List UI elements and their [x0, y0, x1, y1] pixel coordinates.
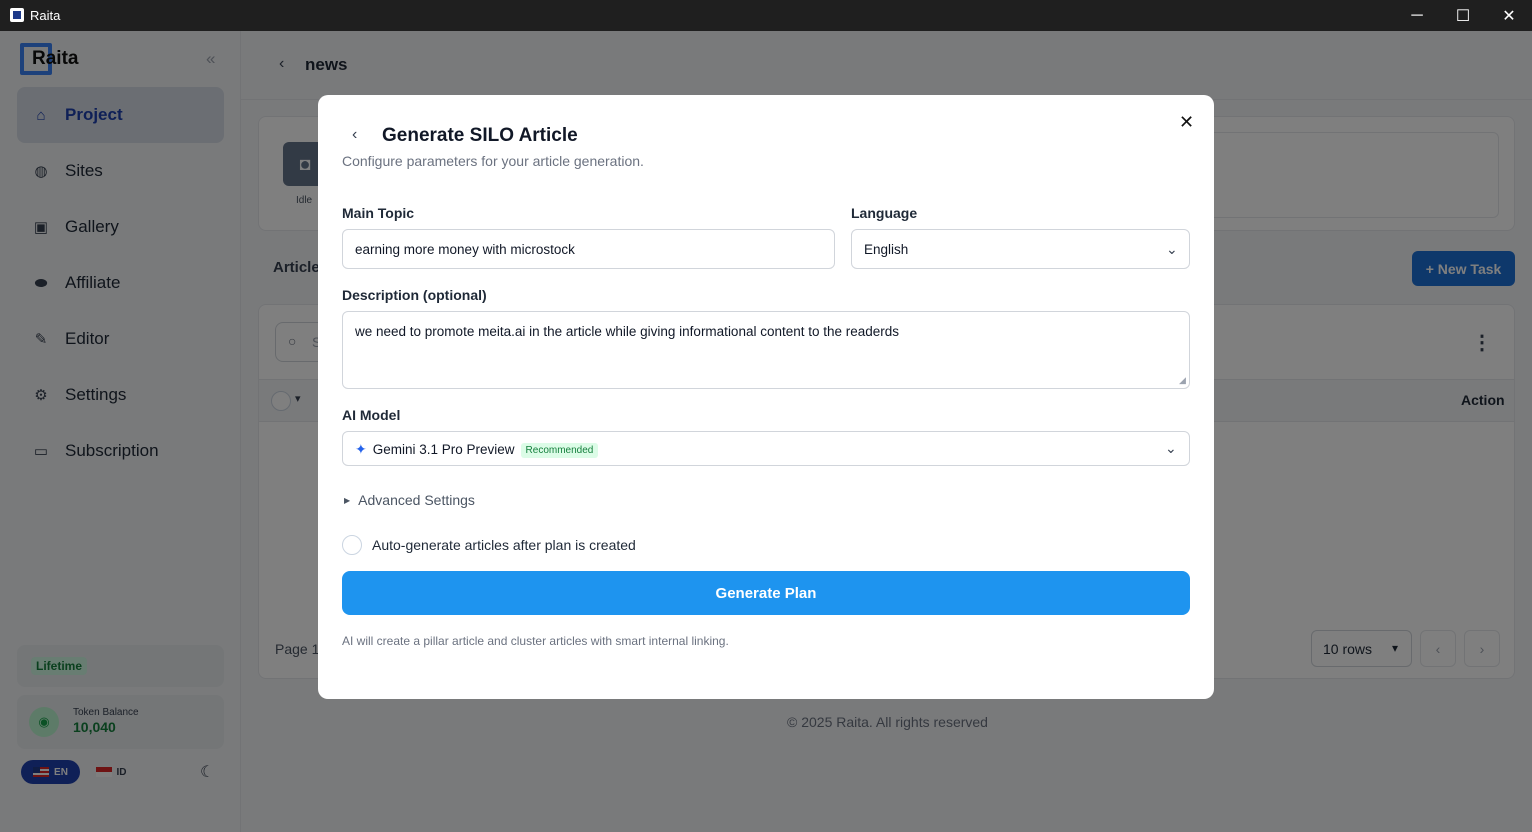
auto-generate-checkbox[interactable] [342, 535, 362, 555]
window-titlebar: Raita ─ ☐ ✕ [0, 0, 1532, 31]
generate-footnote: AI will create a pillar article and clus… [342, 634, 729, 648]
main-topic-value: earning more money with microstock [355, 242, 575, 257]
sparkle-icon: ✦ [355, 441, 367, 457]
resize-handle-icon[interactable]: ◢ [1179, 375, 1186, 386]
chevron-down-icon: ⌄ [1166, 241, 1178, 257]
recommended-badge: Recommended [520, 443, 599, 458]
main-topic-label: Main Topic [342, 205, 415, 221]
main-topic-input[interactable]: earning more money with microstock [342, 229, 835, 269]
modal-subtitle: Configure parameters for your article ge… [342, 153, 644, 169]
advanced-settings-toggle[interactable]: ▶ Advanced Settings [344, 492, 475, 508]
generate-plan-button[interactable]: Generate Plan [342, 571, 1190, 615]
description-value: we need to promote meita.ai in the artic… [355, 324, 900, 339]
minimize-button[interactable]: ─ [1394, 0, 1440, 31]
triangle-right-icon: ▶ [344, 496, 351, 505]
ai-model-select[interactable]: ✦ Gemini 3.1 Pro Preview Recommended ⌄ [342, 431, 1190, 466]
chevron-down-icon: ⌄ [1165, 440, 1177, 456]
ai-model-value: Gemini 3.1 Pro Preview [372, 442, 515, 457]
close-icon[interactable]: ✕ [1179, 112, 1194, 133]
description-textarea[interactable]: we need to promote meita.ai in the artic… [342, 311, 1190, 389]
auto-generate-label[interactable]: Auto-generate articles after plan is cre… [372, 537, 636, 553]
close-window-button[interactable]: ✕ [1486, 0, 1532, 31]
advanced-settings-label: Advanced Settings [358, 492, 475, 508]
maximize-button[interactable]: ☐ [1440, 0, 1486, 31]
language-label: Language [851, 205, 918, 221]
language-select[interactable]: English ⌄ [851, 229, 1190, 269]
window-title: Raita [30, 8, 61, 23]
description-label: Description (optional) [342, 287, 487, 303]
app-icon [10, 8, 24, 22]
ai-model-display: ✦ Gemini 3.1 Pro Preview Recommended [355, 441, 599, 458]
ai-model-label: AI Model [342, 407, 401, 423]
modal-title: Generate SILO Article [382, 125, 578, 146]
back-arrow-icon[interactable]: ‹ [352, 126, 357, 144]
language-value: English [864, 242, 909, 257]
generate-silo-modal: ‹ Generate SILO Article Configure parame… [318, 95, 1214, 699]
